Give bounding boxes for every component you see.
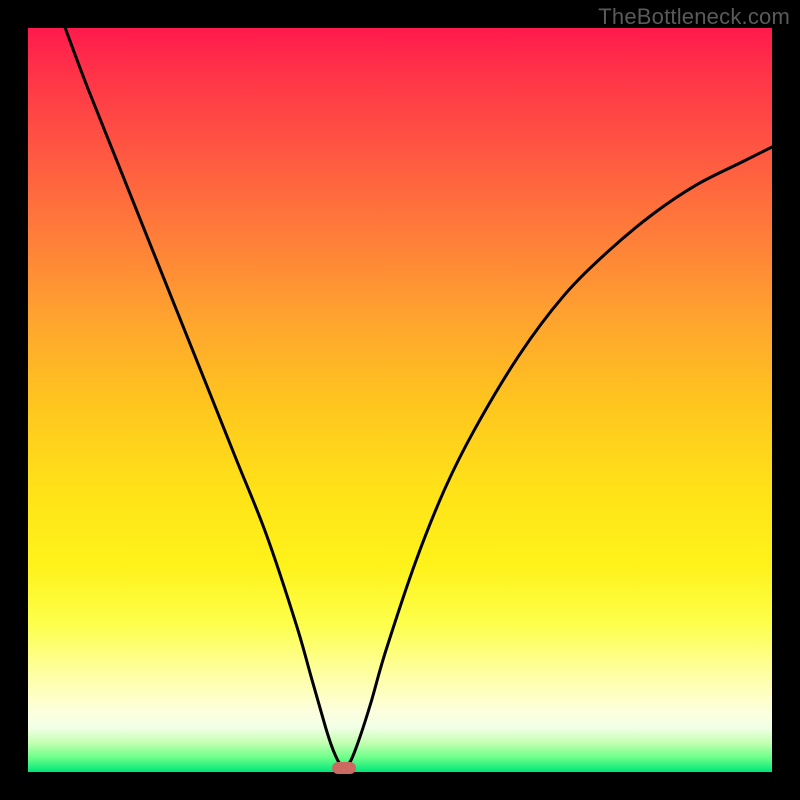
optimum-marker [332, 762, 356, 774]
bottleneck-curve [28, 28, 772, 772]
plot-area [28, 28, 772, 772]
watermark-text: TheBottleneck.com [598, 4, 790, 30]
chart-frame: TheBottleneck.com [0, 0, 800, 800]
